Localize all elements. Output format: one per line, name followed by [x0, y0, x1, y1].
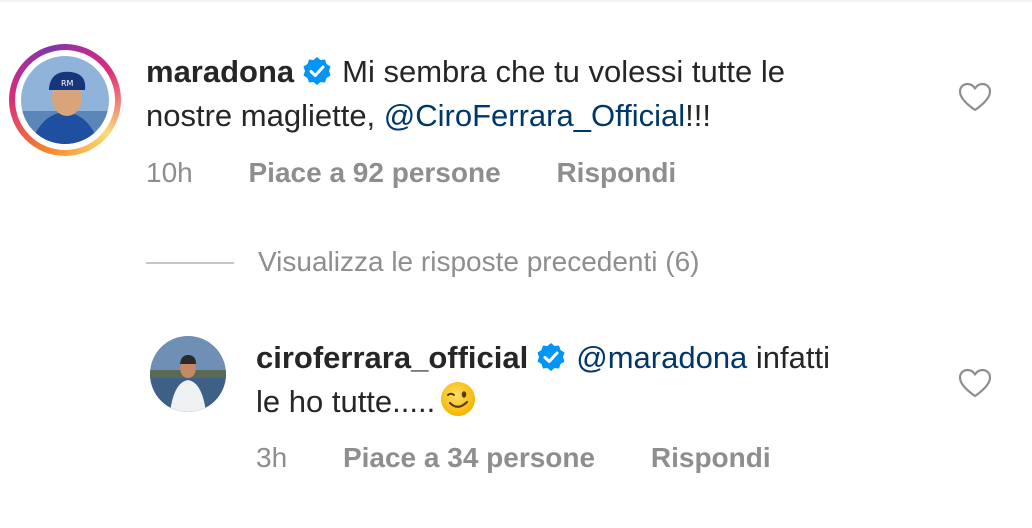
comment-time: 10h [146, 157, 193, 188]
comment-time: 3h [256, 442, 288, 473]
comment-body: maradona Mi sembra che tu volessi tutte l… [146, 50, 785, 138]
comment-username[interactable]: ciroferrara_official [256, 340, 528, 375]
reply-button[interactable]: Rispondi [651, 442, 771, 473]
comment-text-line2: nostre magliette, [146, 98, 384, 133]
comment-text-line1: infatti [747, 340, 831, 375]
comment-body: ciroferrara_official @maradona infatti le… [256, 336, 830, 424]
likes-count-link[interactable]: Piace a 92 persone [249, 157, 501, 188]
like-heart-icon[interactable] [958, 82, 992, 112]
winking-face-emoji-icon [441, 382, 476, 416]
comment-meta: 10h Piace a 92 persone Rispondi [146, 157, 676, 189]
verified-badge-icon [303, 57, 331, 85]
likes-count-link[interactable]: Piace a 34 persone [343, 442, 595, 473]
comment-text-end: !!! [685, 98, 711, 133]
reply-button[interactable]: Rispondi [556, 157, 676, 188]
svg-text:RM: RM [61, 79, 74, 88]
comment-meta: 3h Piace a 34 persone Rispondi [256, 442, 771, 474]
mention-link[interactable]: @CiroFerrara_Official [384, 98, 685, 133]
comment-text-line2: le ho tutte..... [256, 384, 436, 419]
top-divider [0, 0, 1032, 2]
verified-badge-icon [537, 343, 565, 371]
maradona-avatar[interactable]: RM [9, 44, 121, 156]
mention-link[interactable]: @maradona [576, 340, 747, 375]
comment-username[interactable]: maradona [146, 54, 294, 89]
replies-divider [146, 262, 234, 264]
like-heart-icon[interactable] [958, 368, 992, 398]
ciroferrara-avatar[interactable] [150, 336, 226, 412]
view-previous-replies-button[interactable]: Visualizza le risposte precedenti (6) [258, 246, 699, 278]
comment-text-line1: Mi sembra che tu volessi tutte le [342, 54, 785, 89]
